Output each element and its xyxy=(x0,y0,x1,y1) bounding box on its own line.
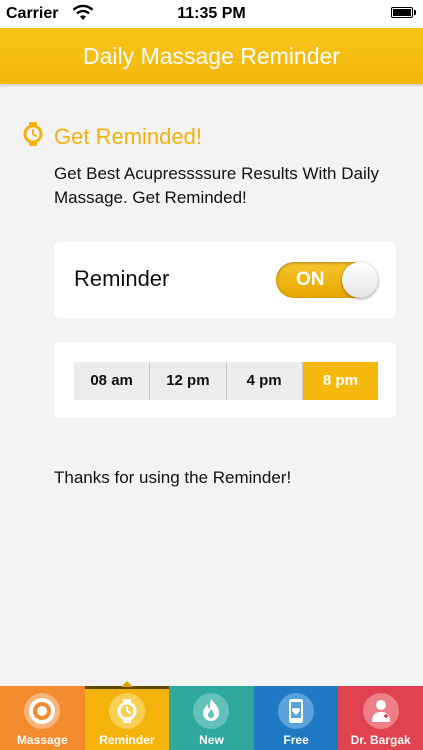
status-time: 11:35 PM xyxy=(177,5,246,22)
time-option-4pm[interactable]: 4 pm xyxy=(226,362,303,400)
section-description: Get Best Acupressssure Results With Dail… xyxy=(54,164,380,207)
time-option-8pm[interactable]: 8 pm xyxy=(302,362,378,400)
page-title: Daily Massage Reminder xyxy=(0,28,423,84)
section-title: Get Reminded! xyxy=(54,124,202,149)
tab-massage[interactable]: Massage xyxy=(0,686,85,750)
reminder-toggle[interactable]: ON xyxy=(276,262,378,298)
tab-new[interactable]: New xyxy=(169,686,254,750)
time-option-08am[interactable]: 08 am xyxy=(74,362,151,400)
tab-label-new: New xyxy=(199,733,224,747)
tab-dr-bargak[interactable]: Dr. Bargak xyxy=(338,686,423,750)
tab-label-massage: Massage xyxy=(16,733,68,747)
battery-icon xyxy=(391,7,416,18)
toggle-state-label: ON xyxy=(296,269,325,290)
time-option-12pm[interactable]: 12 pm xyxy=(150,362,227,400)
doctor-icon xyxy=(362,692,400,730)
reminder-label: Reminder xyxy=(74,266,170,291)
status-bar: Carrier 11:35 PM xyxy=(0,0,423,28)
main-content: Get Reminded! Get Best Acupressssure Res… xyxy=(0,84,423,686)
tab-label-dr-bargak: Dr. Bargak xyxy=(350,733,411,747)
tab-free[interactable]: Free xyxy=(253,686,339,750)
reminder-card: Reminder ON xyxy=(54,242,396,318)
time-segmented-control: 08 am 12 pm 4 pm 8 pm xyxy=(74,362,378,400)
watch-icon xyxy=(23,122,43,146)
phone-heart-icon xyxy=(277,692,315,730)
tab-bar: Massage Reminder New Free Dr. Bargak xyxy=(0,681,423,750)
tab-label-free: Free xyxy=(283,733,309,747)
tab-reminder[interactable]: Reminder xyxy=(84,681,170,750)
flame-icon xyxy=(192,692,230,730)
thanks-message: Thanks for using the Reminder! xyxy=(54,468,292,487)
toggle-knob xyxy=(342,262,378,298)
tab-label-reminder: Reminder xyxy=(99,733,155,747)
watch-icon xyxy=(108,692,146,730)
target-icon xyxy=(23,692,61,730)
time-selector-card: 08 am 12 pm 4 pm 8 pm xyxy=(54,342,396,418)
